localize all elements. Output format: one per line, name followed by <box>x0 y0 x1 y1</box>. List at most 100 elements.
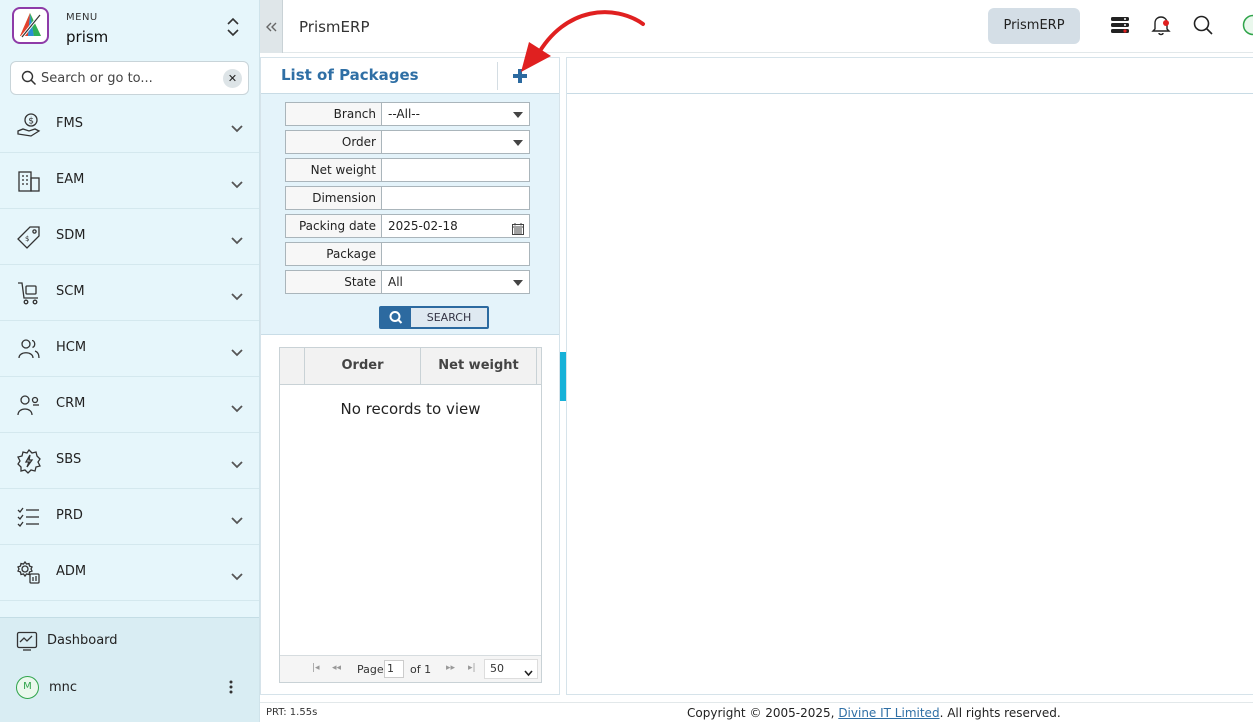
search-icon <box>21 70 37 86</box>
user-menu[interactable]: M mnc <box>16 676 246 700</box>
tag-icon: $ <box>16 224 42 250</box>
notification-bell-icon[interactable] <box>1150 14 1172 36</box>
chevron-down-icon <box>230 399 244 413</box>
page-label: Page <box>357 663 384 676</box>
caret-down-icon <box>513 140 523 146</box>
sidebar-item-scm[interactable]: SCM <box>0 265 259 321</box>
last-page-icon[interactable]: ▸| <box>468 663 476 673</box>
clear-search-icon[interactable]: ✕ <box>223 69 242 88</box>
dashboard-label: Dashboard <box>47 633 118 648</box>
next-page-icon[interactable]: ▸▸ <box>446 663 455 673</box>
grid-pager: |◂ ◂◂ Page 1 of 1 ▸▸ ▸| 50 <box>280 655 541 682</box>
column-header-net-weight[interactable]: Net weight <box>421 348 537 384</box>
order-select[interactable] <box>381 130 530 154</box>
sidebar-item-label: HCM <box>56 340 87 355</box>
sidebar: MENU prism ✕ <box>0 0 260 722</box>
kebab-menu-icon[interactable] <box>226 678 236 696</box>
caret-down-icon <box>513 280 523 286</box>
sidebar-item-sdm[interactable]: $ SDM <box>0 209 259 265</box>
sidebar-search-input[interactable] <box>41 68 221 88</box>
net-weight-input[interactable] <box>381 158 530 182</box>
prev-page-icon[interactable]: ◂◂ <box>332 663 341 673</box>
filter-net-weight: Net weight <box>285 158 530 182</box>
branch-select[interactable]: --All-- <box>381 102 530 126</box>
sidebar-item-label: FMS <box>56 116 83 131</box>
page-size-select[interactable]: 50 <box>484 659 538 679</box>
filter-label: Dimension <box>285 186 382 210</box>
page-count: of 1 <box>410 663 432 676</box>
chevron-down-icon <box>230 567 244 581</box>
header-divider <box>497 62 498 90</box>
packing-date-input[interactable]: 2025-02-18 <box>381 214 530 238</box>
database-icon[interactable] <box>1109 14 1131 36</box>
top-bar: PrismERP PrismERP <box>260 0 1253 53</box>
date-value: 2025-02-18 <box>388 219 458 233</box>
list-title: List of Packages <box>281 66 419 84</box>
sidebar-item-eam[interactable]: EAM <box>0 153 259 209</box>
caret-down-icon <box>513 112 523 118</box>
prism-logo[interactable] <box>12 7 49 44</box>
filter-state: State All <box>285 270 530 294</box>
column-header-order[interactable]: Order <box>305 348 421 384</box>
menu-name: prism <box>66 28 109 46</box>
search-button-label: SEARCH <box>426 311 472 324</box>
page-render-time: PRT: 1.55s <box>266 707 318 718</box>
sidebar-search-box: ✕ <box>10 61 249 95</box>
package-list-panel: List of Packages Branch --All-- Order Ne… <box>260 57 560 695</box>
company-link[interactable]: Divine IT Limited <box>838 706 939 720</box>
detail-panel <box>566 57 1253 695</box>
sidebar-item-label: SDM <box>56 228 86 243</box>
sidebar-item-label: EAM <box>56 172 85 187</box>
sidebar-item-crm[interactable]: CRM <box>0 377 259 433</box>
dashboard-icon <box>16 630 38 652</box>
copyright: Copyright © 2005-2025, Divine IT Limited… <box>687 706 1061 720</box>
page-title: PrismERP <box>299 18 370 36</box>
chevron-down-icon <box>230 511 244 525</box>
chevron-down-icon <box>230 343 244 357</box>
sidebar-item-sbs[interactable]: SBS <box>0 433 259 489</box>
search-button[interactable]: SEARCH <box>379 306 489 329</box>
sidebar-item-fms[interactable]: $ FMS <box>0 97 259 153</box>
copyright-suffix: . All rights reserved. <box>939 706 1061 720</box>
filter-label: Order <box>285 130 382 154</box>
filter-label: Package <box>285 242 382 266</box>
sidebar-item-adm[interactable]: ADM <box>0 545 259 601</box>
search-icon[interactable] <box>1192 14 1214 36</box>
package-input[interactable] <box>381 242 530 266</box>
select-value: All <box>388 275 403 289</box>
user-name: mnc <box>49 680 78 695</box>
gear-user-icon <box>16 560 42 586</box>
collapse-sidebar-button[interactable] <box>260 0 283 53</box>
magnifier-icon <box>381 308 411 327</box>
sidebar-item-hcm[interactable]: HCM <box>0 321 259 377</box>
page-number-input[interactable]: 1 <box>384 660 404 678</box>
sidebar-item-label: ADM <box>56 564 87 579</box>
company-switch-button[interactable]: PrismERP <box>988 8 1080 44</box>
sidebar-item-label: PRD <box>56 508 83 523</box>
state-select[interactable]: All <box>381 270 530 294</box>
footer: PRT: 1.55s Copyright © 2005-2025, Divine… <box>260 702 1253 722</box>
filter-package: Package <box>285 242 530 266</box>
cart-icon <box>16 280 42 306</box>
dimension-input[interactable] <box>381 186 530 210</box>
chevron-down-icon <box>230 287 244 301</box>
chevron-down-icon <box>230 119 244 133</box>
select-value: --All-- <box>388 107 420 121</box>
copyright-prefix: Copyright © 2005-2025, <box>687 706 839 720</box>
menu-switch-chevron-icon[interactable] <box>224 16 242 38</box>
app-window: MENU prism ✕ <box>0 0 1253 722</box>
first-page-icon[interactable]: |◂ <box>312 663 320 673</box>
user-avatar-icon[interactable] <box>1242 14 1253 36</box>
filter-label: State <box>285 270 382 294</box>
sidebar-item-prd[interactable]: PRD <box>0 489 259 545</box>
sidebar-item-label: CRM <box>56 396 86 411</box>
filter-label: Net weight <box>285 158 382 182</box>
filter-packing-date: Packing date 2025-02-18 <box>285 214 530 238</box>
svg-text:$: $ <box>25 235 29 243</box>
chevron-down-icon <box>230 455 244 469</box>
detail-panel-header <box>567 58 1253 94</box>
calendar-icon[interactable] <box>512 220 524 235</box>
page-size-value: 50 <box>490 662 504 675</box>
filter-form: Branch --All-- Order Net weight Dimensio… <box>261 94 559 335</box>
menu-caption: MENU <box>66 12 98 23</box>
